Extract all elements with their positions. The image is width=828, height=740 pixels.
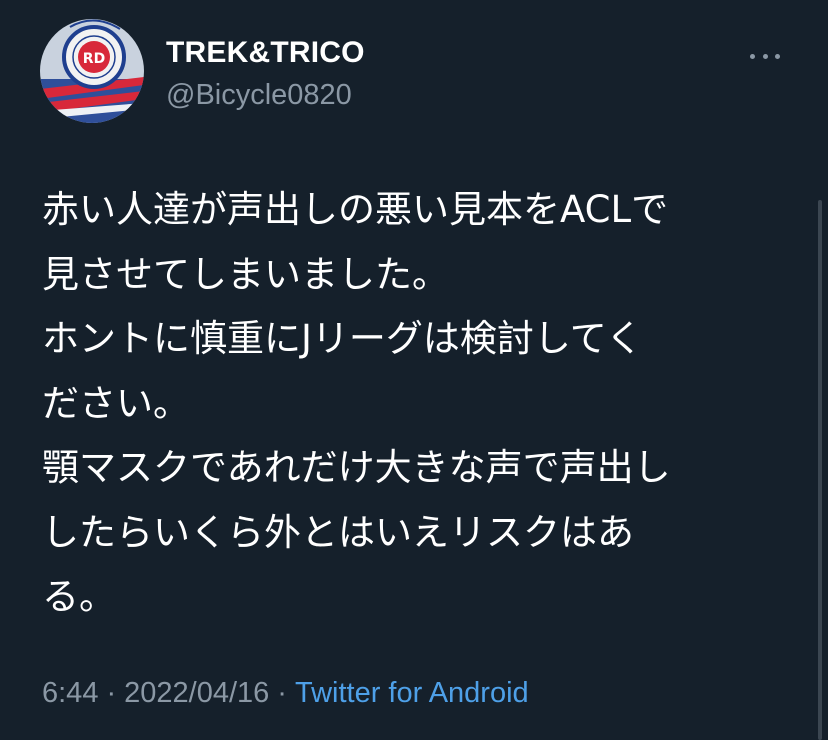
tweet-text-line: 赤い人達が声出しの悪い見本をACLで bbox=[42, 188, 669, 231]
svg-text:RD: RD bbox=[83, 51, 105, 67]
tweet-date[interactable]: 2022/04/16 bbox=[124, 677, 269, 709]
tweet-meta: 6:44 · 2022/04/16 · Twitter for Android bbox=[42, 673, 529, 713]
author-info[interactable]: TREK&TRICO @Bicycle0820 bbox=[166, 36, 365, 112]
tweet-text-line: る。 bbox=[42, 575, 116, 618]
team-emblem-avatar-icon: RD bbox=[40, 19, 144, 123]
user-handle[interactable]: @Bicycle0820 bbox=[166, 78, 365, 112]
tweet-text-line: ださい。 bbox=[42, 381, 190, 425]
tweet-time[interactable]: 6:44 bbox=[42, 677, 98, 709]
separator: · bbox=[106, 677, 117, 709]
display-name[interactable]: TREK&TRICO bbox=[166, 36, 365, 70]
avatar[interactable]: RD bbox=[40, 19, 144, 123]
more-horizontal-icon bbox=[750, 53, 780, 59]
tweet-text: 赤い人達が声出しの悪い見本をACLで 見させてしまいました。 ホントに慎重にJリ… bbox=[42, 178, 802, 630]
source-link[interactable]: Twitter for Android bbox=[295, 677, 529, 709]
tweet-text-line: 顎マスクであれだけ大きな声で声出し bbox=[42, 446, 671, 489]
scrollbar[interactable] bbox=[818, 200, 822, 740]
tweet-text-line: 見させてしまいました。 bbox=[42, 252, 449, 296]
tweet-detail: RD TREK&TRICO @Bicycle0820 赤い人達が声出しの悪い見本… bbox=[0, 0, 828, 740]
more-options-button[interactable] bbox=[750, 44, 786, 68]
tweet-text-line: したらいくら外とはいえリスクはあ bbox=[42, 510, 634, 554]
separator: · bbox=[277, 677, 287, 709]
tweet-text-line: ホントに慎重にJリーグは検討してく bbox=[42, 317, 643, 360]
